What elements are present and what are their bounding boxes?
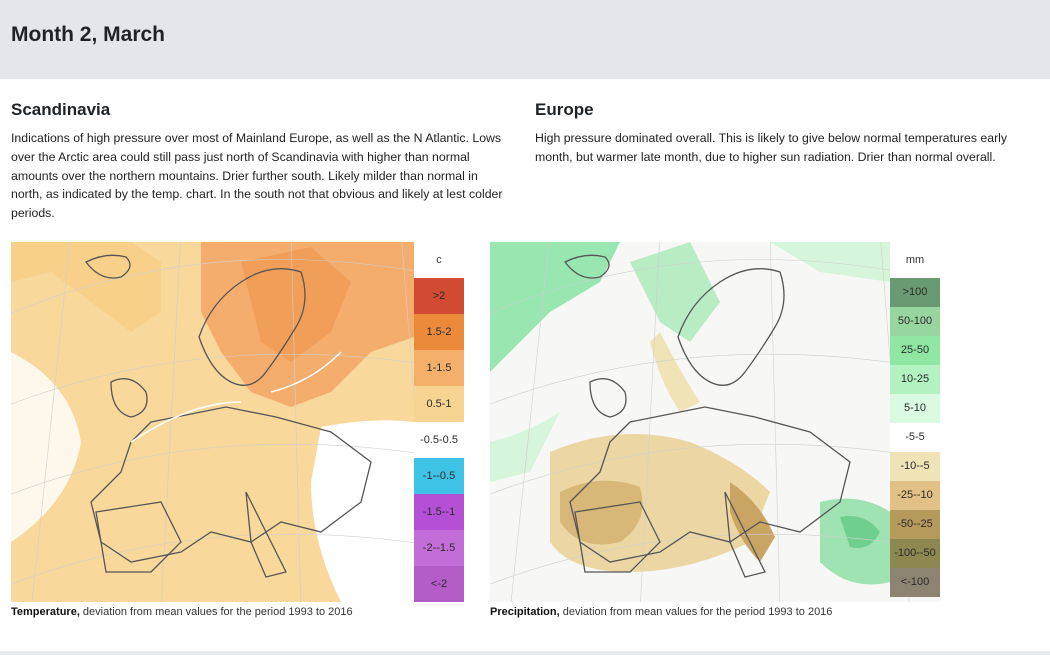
precipitation-map-graphic (490, 242, 940, 602)
temperature-map (11, 242, 461, 602)
scandinavia-text: Indications of high pressure over most o… (11, 131, 503, 221)
precipitation-map (490, 242, 940, 602)
precipitation-caption-text: deviation from mean values for the perio… (559, 606, 833, 618)
scandinavia-section: Scandinavia Indications of high pressure… (11, 100, 506, 223)
bottom-divider (0, 651, 1050, 655)
temperature-map-graphic (11, 242, 461, 602)
precipitation-legend-item: 50-100 (890, 307, 940, 336)
temperature-caption-text: deviation from mean values for the perio… (79, 606, 353, 618)
precipitation-legend: mm >100 50-100 25-50 10-25 5-10 -5-5 -10--5 -25… (890, 242, 940, 602)
temperature-legend: c >2 1.5-2 1-1.5 0.5-1 -0.5-0.5 -1--0.5 -1.5--… (414, 242, 464, 602)
precipitation-legend-item: 5-10 (890, 394, 940, 423)
precipitation-legend-item: -50--25 (890, 510, 940, 539)
temperature-legend-item: <-2 (414, 566, 464, 602)
precipitation-caption: Precipitation, deviation from mean value… (490, 606, 832, 618)
europe-heading: Europe (535, 100, 594, 119)
header-bar: Month 2, March (0, 0, 1050, 79)
precipitation-caption-title: Precipitation, (490, 606, 560, 618)
temperature-legend-item: 1-1.5 (414, 350, 464, 386)
precipitation-legend-item: >100 (890, 278, 940, 307)
temperature-legend-item: 0.5-1 (414, 386, 464, 422)
precipitation-legend-item: 10-25 (890, 365, 940, 394)
precipitation-legend-unit: mm (890, 242, 940, 278)
temperature-legend-item: -1--0.5 (414, 458, 464, 494)
temperature-legend-item: -0.5-0.5 (414, 422, 464, 458)
scandinavia-heading: Scandinavia (11, 100, 111, 119)
europe-section: Europe High pressure dominated overall. … (535, 100, 1030, 167)
precipitation-legend-item: <-100 (890, 568, 940, 597)
precipitation-legend-item: -10--5 (890, 452, 940, 481)
temperature-legend-unit: c (414, 242, 464, 278)
precipitation-legend-item: -25--10 (890, 481, 940, 510)
precipitation-legend-item: -5-5 (890, 423, 940, 452)
precipitation-legend-item: -100--50 (890, 539, 940, 568)
temperature-legend-item: -2--1.5 (414, 530, 464, 566)
temperature-legend-item: -1.5--1 (414, 494, 464, 530)
precipitation-legend-item: 25-50 (890, 336, 940, 365)
temperature-legend-item: 1.5-2 (414, 314, 464, 350)
temperature-caption-title: Temperature, (11, 606, 80, 618)
temperature-caption: Temperature, deviation from mean values … (11, 606, 353, 618)
temperature-legend-item: >2 (414, 278, 464, 314)
page-title: Month 2, March (11, 23, 166, 46)
europe-text: High pressure dominated overall. This is… (535, 131, 1008, 164)
